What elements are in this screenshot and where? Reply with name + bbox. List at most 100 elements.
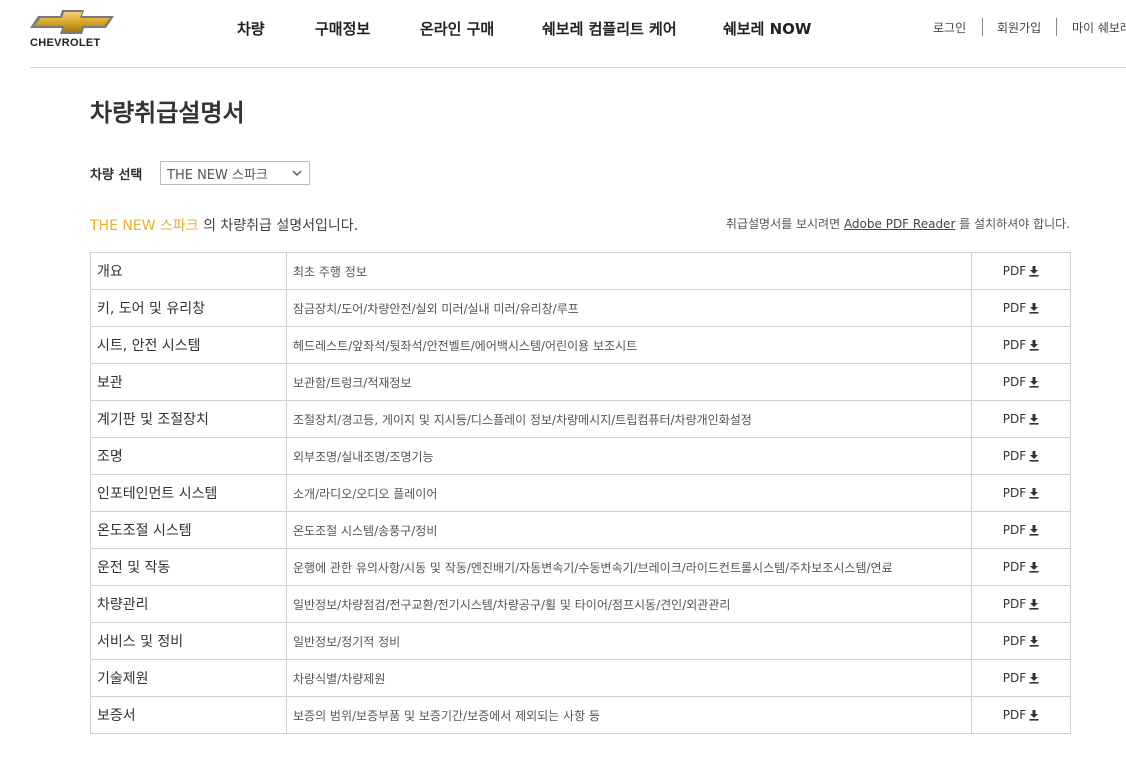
manual-chapter-title: 기술제원 <box>90 659 287 697</box>
pdf-label: PDF <box>1002 375 1027 389</box>
notice-suffix: 를 설치하셔야 합니다. <box>955 217 1070 231</box>
nav-item-vehicles[interactable]: 차량 <box>237 18 265 39</box>
chevron-down-icon <box>292 170 302 176</box>
login-link[interactable]: 로그인 <box>933 19 966 36</box>
nav-item-online-purchase[interactable]: 온라인 구매 <box>420 18 494 39</box>
table-row: 계기판 및 조절장치 조절장치/경고등, 게이지 및 지시등/디스플레이 정보/차… <box>90 400 1071 438</box>
pdf-label: PDF <box>1002 449 1027 463</box>
pdf-download-link[interactable]: PDF <box>1003 560 1039 574</box>
pdf-label: PDF <box>1002 301 1027 315</box>
manual-pdf-cell: PDF <box>971 437 1071 475</box>
manual-chapter-description: 외부조명/실내조명/조명기능 <box>286 437 972 475</box>
vehicle-select-label: 차량 선택 <box>90 168 143 183</box>
manual-intro: THE NEW 스파크 의 차량취급 설명서입니다. <box>90 215 358 235</box>
nav-item-complete-care[interactable]: 쉐보레 컴플리트 케어 <box>542 18 677 39</box>
table-row: 시트, 안전 시스템 헤드레스트/앞좌석/뒷좌석/안전벨트/에어백시스템/어린이용… <box>90 326 1071 364</box>
util-divider <box>982 18 983 36</box>
manual-chapter-description: 운행에 관한 유의사항/시동 및 작동/엔진배기/자동변속기/수동변속기/브레이… <box>286 548 972 586</box>
manual-chapter-description: 일반정보/정기적 정비 <box>286 622 972 660</box>
manual-chapter-title: 차량관리 <box>90 585 287 623</box>
table-row: 운전 및 작동 운행에 관한 유의사항/시동 및 작동/엔진배기/자동변속기/수동… <box>90 548 1071 586</box>
logo-wordmark: CHEVROLET <box>30 37 101 49</box>
table-row: 온도조절 시스템 온도조절 시스템/송풍구/정비 PDF <box>90 511 1071 549</box>
manual-pdf-cell: PDF <box>971 474 1071 512</box>
bowtie-logo-icon <box>30 10 114 34</box>
manual-table-body: 개요 최초 주행 정보 PDF 키, 도어 및 유리창 잠금장치/도어/차량안전/실외 … <box>90 252 1071 734</box>
manual-chapter-title: 서비스 및 정비 <box>90 622 287 660</box>
site-header: CHEVROLET 차량 구매정보 온라인 구매 쉐보레 컴플리트 케어 쉐보레… <box>0 0 1126 68</box>
pdf-label: PDF <box>1002 708 1027 722</box>
pdf-download-link[interactable]: PDF <box>1003 708 1039 722</box>
manual-chapter-description: 잠금장치/도어/차량안전/실외 미러/실내 미러/유리창/루프 <box>286 289 972 327</box>
download-icon <box>1029 598 1039 610</box>
manual-chapter-description: 보관함/트렁크/적재정보 <box>286 363 972 401</box>
pdf-label: PDF <box>1002 264 1027 278</box>
vehicle-select[interactable]: THE NEW 스파크 <box>160 161 310 185</box>
pdf-download-link[interactable]: PDF <box>1003 412 1039 426</box>
table-row: 조명 외부조명/실내조명/조명기능 PDF <box>90 437 1071 475</box>
pdf-download-link[interactable]: PDF <box>1003 671 1039 685</box>
download-icon <box>1029 709 1039 721</box>
manual-chapter-description: 보증의 범위/보증부품 및 보증기간/보증에서 제외되는 사항 등 <box>286 696 972 734</box>
download-icon <box>1029 487 1039 499</box>
pdf-label: PDF <box>1002 338 1027 352</box>
manual-pdf-cell: PDF <box>971 363 1071 401</box>
nav-item-chevrolet-now[interactable]: 쉐보레 NOW <box>723 18 811 39</box>
manual-pdf-cell: PDF <box>971 289 1071 327</box>
table-row: 차량관리 일반정보/차량점검/전구교환/전기시스템/차량공구/휠 및 타이어/점프… <box>90 585 1071 623</box>
pdf-download-link[interactable]: PDF <box>1003 375 1039 389</box>
manual-pdf-cell: PDF <box>971 585 1071 623</box>
manual-chapter-title: 개요 <box>90 252 287 290</box>
manual-chapter-description: 조절장치/경고등, 게이지 및 지시등/디스플레이 정보/차량메시지/트립컴퓨터… <box>286 400 972 438</box>
pdf-download-link[interactable]: PDF <box>1003 338 1039 352</box>
download-icon <box>1029 413 1039 425</box>
download-icon <box>1029 339 1039 351</box>
manual-pdf-cell: PDF <box>971 400 1071 438</box>
table-row: 보관 보관함/트렁크/적재정보 PDF <box>90 363 1071 401</box>
manual-pdf-cell: PDF <box>971 252 1071 290</box>
intro-model-name: THE NEW 스파크 <box>90 218 199 234</box>
nav-item-purchase-info[interactable]: 구매정보 <box>315 18 370 39</box>
manual-chapter-title: 보관 <box>90 363 287 401</box>
my-chevrolet-link[interactable]: 마이 쉐보레 <box>1072 19 1126 36</box>
table-row: 보증서 보증의 범위/보증부품 및 보증기간/보증에서 제외되는 사항 등 PDF <box>90 696 1071 734</box>
table-row: 키, 도어 및 유리창 잠금장치/도어/차량안전/실외 미러/실내 미러/유리창/… <box>90 289 1071 327</box>
manual-pdf-cell: PDF <box>971 548 1071 586</box>
pdf-label: PDF <box>1002 560 1027 574</box>
adobe-reader-link[interactable]: Adobe PDF Reader <box>844 217 955 231</box>
manual-chapter-description: 차량식별/차량제원 <box>286 659 972 697</box>
manual-pdf-cell: PDF <box>971 326 1071 364</box>
manual-chapter-description: 일반정보/차량점검/전구교환/전기시스템/차량공구/휠 및 타이어/점프시동/견… <box>286 585 972 623</box>
pdf-label: PDF <box>1002 634 1027 648</box>
download-icon <box>1029 561 1039 573</box>
pdf-download-link[interactable]: PDF <box>1003 449 1039 463</box>
manual-chapter-title: 보증서 <box>90 696 287 734</box>
pdf-download-link[interactable]: PDF <box>1003 264 1039 278</box>
download-icon <box>1029 450 1039 462</box>
pdf-label: PDF <box>1002 412 1027 426</box>
pdf-label: PDF <box>1002 523 1027 537</box>
pdf-label: PDF <box>1002 486 1027 500</box>
pdf-download-link[interactable]: PDF <box>1003 634 1039 648</box>
manual-chapter-description: 최초 주행 정보 <box>286 252 972 290</box>
pdf-download-link[interactable]: PDF <box>1003 486 1039 500</box>
download-icon <box>1029 302 1039 314</box>
signup-link[interactable]: 회원가입 <box>997 19 1041 36</box>
manual-pdf-cell: PDF <box>971 659 1071 697</box>
manual-pdf-cell: PDF <box>971 696 1071 734</box>
manual-chapter-title: 시트, 안전 시스템 <box>90 326 287 364</box>
intro-suffix: 의 차량취급 설명서입니다. <box>198 218 359 234</box>
page-title: 차량취급설명서 <box>90 99 245 127</box>
chevrolet-logo[interactable]: CHEVROLET <box>28 8 120 50</box>
manual-chapter-title: 온도조절 시스템 <box>90 511 287 549</box>
pdf-download-link[interactable]: PDF <box>1003 597 1039 611</box>
manual-chapter-title: 인포테인먼트 시스템 <box>90 474 287 512</box>
manual-table: 개요 최초 주행 정보 PDF 키, 도어 및 유리창 잠금장치/도어/차량안전/실외 … <box>90 252 1071 734</box>
manual-pdf-cell: PDF <box>971 622 1071 660</box>
pdf-label: PDF <box>1002 597 1027 611</box>
manual-chapter-title: 키, 도어 및 유리창 <box>90 289 287 327</box>
manual-chapter-description: 소개/라디오/오디오 플레이어 <box>286 474 972 512</box>
pdf-download-link[interactable]: PDF <box>1003 523 1039 537</box>
pdf-download-link[interactable]: PDF <box>1003 301 1039 315</box>
util-divider <box>1056 18 1057 36</box>
